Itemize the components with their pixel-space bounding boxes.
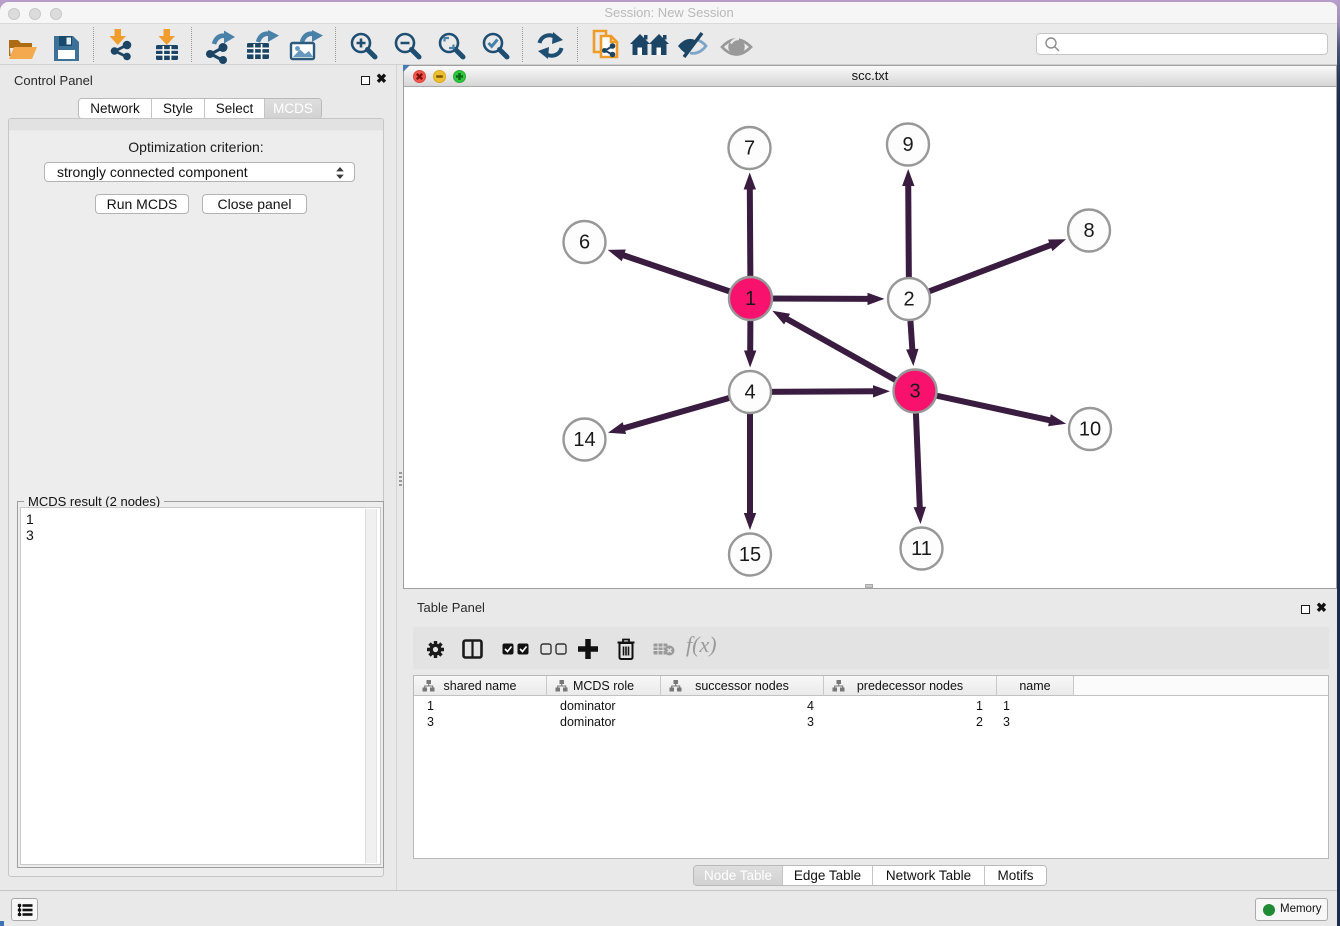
svg-text:2: 2 [903, 289, 914, 311]
svg-text:9: 9 [902, 134, 913, 156]
svg-text:3: 3 [909, 381, 920, 403]
svg-text:8: 8 [1083, 220, 1094, 242]
svg-text:7: 7 [744, 138, 755, 160]
svg-text:6: 6 [579, 232, 590, 254]
svg-text:4: 4 [744, 382, 755, 404]
svg-text:1: 1 [745, 288, 756, 310]
svg-text:14: 14 [573, 429, 595, 451]
svg-text:10: 10 [1079, 419, 1101, 441]
svg-text:15: 15 [739, 544, 761, 566]
svg-text:11: 11 [911, 538, 932, 560]
